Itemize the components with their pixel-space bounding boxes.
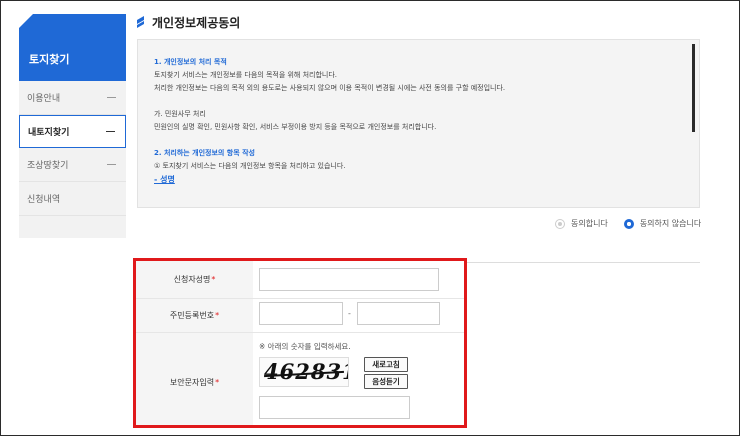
policy-text: ① 토지찾기 서비스는 다음의 개인정보 항목을 처리하고 있습니다. <box>154 162 346 170</box>
privacy-policy-box[interactable]: 1. 개인정보의 처리 목적 토지찾기 서비스는 개인정보를 다음의 목적을 위… <box>137 39 700 208</box>
sidebar-item-label: 이용안내 <box>27 94 61 104</box>
policy-scrollbar[interactable] <box>692 44 695 132</box>
captcha-row: 보안문자입력 * ※ 아래의 숫자를 입력하세요. 462831 새로고침 음성듣… <box>136 333 464 425</box>
page-title: 개인정보제공동의 <box>152 16 241 30</box>
rrn-separator: - <box>348 309 351 318</box>
disagree-radio[interactable] <box>623 218 634 229</box>
rrn-row: 주민등록번호 * - <box>136 299 464 333</box>
divider <box>467 262 700 263</box>
policy-text: 처리한 개인정보는 다음의 목적 외의 용도로는 사용되지 않으며 이용 목적이… <box>154 84 506 92</box>
dash-icon <box>107 97 116 98</box>
title-bullet-icon <box>137 18 144 27</box>
sidebar-item-label: 내토지찾기 <box>28 128 70 138</box>
captcha-input[interactable] <box>259 396 410 419</box>
policy-text: 민원인의 실명 확인, 민원사항 확인, 서비스 부정이용 방지 등을 목적으로… <box>154 123 437 131</box>
dash-icon <box>106 131 115 132</box>
sidebar-item-ancestor-land[interactable]: 조상땅찾기 <box>19 148 126 182</box>
rrn-back-input[interactable] <box>357 302 440 325</box>
captcha-notice: ※ 아래의 숫자를 입력하세요. <box>259 342 351 351</box>
rrn-label: 주민등록번호 * <box>136 299 253 332</box>
agree-radio[interactable] <box>555 218 565 229</box>
sidebar-header: 토지찾기 <box>19 14 126 81</box>
sidebar-footer <box>19 216 126 238</box>
agree-label[interactable]: 동의합니다 <box>571 218 608 229</box>
name-input[interactable] <box>259 268 439 291</box>
policy-subheading: 가. 민원사무 처리 <box>154 110 206 118</box>
sidebar-item-history[interactable]: 신청내역 <box>19 182 126 216</box>
sidebar-item-my-land[interactable]: 내토지찾기 <box>19 115 126 148</box>
policy-link-name[interactable]: - 성명 <box>154 173 685 186</box>
policy-heading: 2. 처리하는 개인정보의 항목 작성 <box>154 149 255 157</box>
captcha-refresh-button[interactable]: 새로고침 <box>364 357 408 372</box>
dash-icon <box>107 164 116 165</box>
sidebar: 토지찾기 이용안내 내토지찾기 조상땅찾기 신청내역 <box>19 14 126 238</box>
disagree-label[interactable]: 동의하지 않습니다 <box>640 218 701 229</box>
page-title-row: 개인정보제공동의 <box>137 14 240 31</box>
captcha-image: 462831 <box>259 357 349 387</box>
sidebar-item-label: 신청내역 <box>27 195 61 205</box>
name-label: 신청자성명 * <box>136 261 253 298</box>
captcha-audio-button[interactable]: 음성듣기 <box>364 374 408 389</box>
policy-text: 토지찾기 서비스는 개인정보를 다음의 목적을 위해 처리합니다. <box>154 71 338 79</box>
applicant-form: 신청자성명 * 주민등록번호 * - 보안문자입력 * ※ 아래의 숫자를 입력하세요… <box>133 258 467 428</box>
sidebar-item-usage-guide[interactable]: 이용안내 <box>19 81 126 115</box>
name-row: 신청자성명 * <box>136 261 464 299</box>
rrn-front-input[interactable] <box>259 302 343 325</box>
policy-heading: 1. 개인정보의 처리 목적 <box>154 58 227 66</box>
consent-radio-group: 동의합니다 동의하지 않습니다 <box>555 218 701 229</box>
captcha-label: 보안문자입력 * <box>136 333 253 425</box>
sidebar-item-label: 조상땅찾기 <box>27 161 69 171</box>
